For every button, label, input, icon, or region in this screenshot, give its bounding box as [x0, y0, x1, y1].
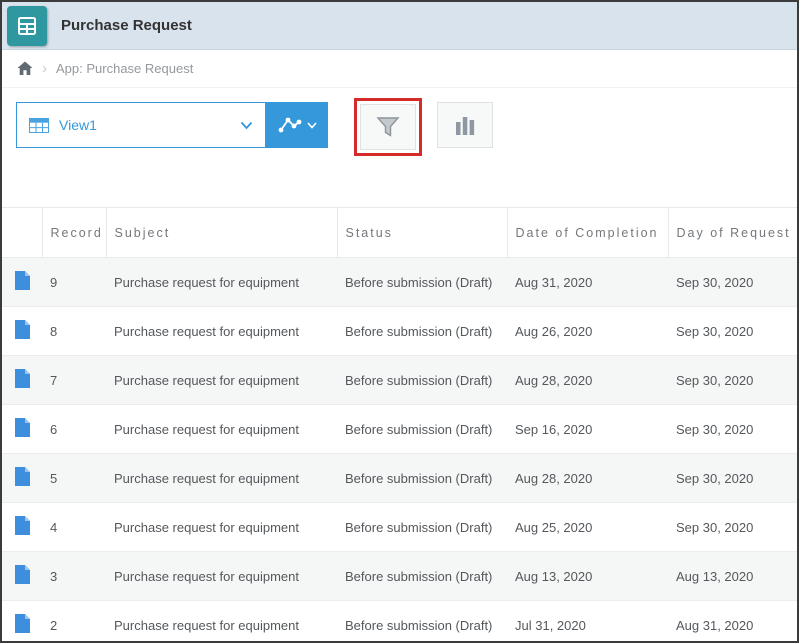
date-of-completion-cell: Aug 13, 2020: [507, 551, 668, 601]
document-icon[interactable]: [14, 271, 30, 290]
record-icon-cell: [2, 551, 42, 601]
record-number-cell: 4: [42, 502, 106, 552]
date-of-completion-cell: Sep 16, 2020: [507, 404, 668, 454]
subject-cell: Purchase request for equipment: [106, 257, 337, 307]
table-row[interactable]: 6 Purchase request for equipment Before …: [2, 404, 797, 454]
table-row[interactable]: 9 Purchase request for equipment Before …: [2, 257, 797, 307]
breadcrumb-separator: ›: [42, 60, 47, 77]
subject-cell: Purchase request for equipment: [106, 453, 337, 503]
table-body: 9 Purchase request for equipment Before …: [2, 257, 797, 641]
date-of-completion-cell: Aug 31, 2020: [507, 257, 668, 307]
day-of-request-cell: Aug 31, 2020: [668, 600, 797, 641]
app-window: Purchase Request › App: Purchase Request: [0, 0, 799, 643]
app-icon[interactable]: [7, 5, 47, 46]
status-cell: Before submission (Draft): [337, 551, 507, 601]
date-of-completion-cell: Jul 31, 2020: [507, 600, 668, 641]
document-icon[interactable]: [14, 369, 30, 388]
status-cell: Before submission (Draft): [337, 502, 507, 552]
chevron-down-icon: [307, 121, 317, 129]
annotation-red-highlight: [354, 98, 422, 156]
table-row[interactable]: 8 Purchase request for equipment Before …: [2, 306, 797, 356]
chevron-down-icon: [240, 121, 253, 130]
view-selector-label: View1: [59, 117, 97, 133]
date-of-completion-cell: Aug 28, 2020: [507, 453, 668, 503]
table-row[interactable]: 5 Purchase request for equipment Before …: [2, 453, 797, 503]
record-icon-cell: [2, 257, 42, 307]
table-row[interactable]: 4 Purchase request for equipment Before …: [2, 502, 797, 552]
column-header-subject[interactable]: Subject: [105, 207, 337, 258]
record-list-table: Record Subject Status Date of Completion…: [2, 207, 797, 641]
document-icon[interactable]: [14, 320, 30, 339]
document-icon[interactable]: [14, 418, 30, 437]
column-header-day-of-request[interactable]: Day of Request: [667, 207, 797, 258]
record-icon-cell: [2, 502, 42, 552]
date-of-completion-cell: Aug 28, 2020: [507, 355, 668, 405]
column-header-icon: [2, 207, 42, 258]
status-cell: Before submission (Draft): [337, 600, 507, 641]
table-app-icon: [18, 16, 36, 35]
funnel-icon: [376, 117, 400, 137]
app-header: Purchase Request: [2, 2, 797, 50]
day-of-request-cell: Sep 30, 2020: [668, 355, 797, 405]
table-view-icon: [29, 117, 49, 133]
day-of-request-cell: Sep 30, 2020: [668, 257, 797, 307]
document-icon[interactable]: [14, 516, 30, 535]
record-icon-cell: [2, 404, 42, 454]
column-header-record[interactable]: Record: [41, 207, 106, 258]
record-number-cell: 6: [42, 404, 106, 454]
day-of-request-cell: Aug 13, 2020: [668, 551, 797, 601]
date-of-completion-cell: Aug 26, 2020: [507, 306, 668, 356]
status-cell: Before submission (Draft): [337, 404, 507, 454]
record-icon-cell: [2, 600, 42, 641]
day-of-request-cell: Sep 30, 2020: [668, 306, 797, 356]
record-number-cell: 9: [42, 257, 106, 307]
filter-button[interactable]: [360, 104, 416, 150]
column-header-date-of-completion[interactable]: Date of Completion: [506, 207, 668, 258]
bar-chart-icon: [456, 117, 475, 135]
line-graph-icon: [277, 115, 302, 135]
record-number-cell: 8: [42, 306, 106, 356]
record-number-cell: 7: [42, 355, 106, 405]
subject-cell: Purchase request for equipment: [106, 306, 337, 356]
date-of-completion-cell: Aug 25, 2020: [507, 502, 668, 552]
day-of-request-cell: Sep 30, 2020: [668, 404, 797, 454]
document-icon[interactable]: [14, 614, 30, 633]
record-icon-cell: [2, 306, 42, 356]
document-icon[interactable]: [14, 467, 30, 486]
subject-cell: Purchase request for equipment: [106, 502, 337, 552]
table-row[interactable]: 3 Purchase request for equipment Before …: [2, 551, 797, 601]
table-header-row: Record Subject Status Date of Completion…: [2, 207, 797, 258]
record-number-cell: 5: [42, 453, 106, 503]
subject-cell: Purchase request for equipment: [106, 600, 337, 641]
chart-button[interactable]: [437, 102, 493, 148]
table-row[interactable]: 2 Purchase request for equipment Before …: [2, 600, 797, 641]
breadcrumb: › App: Purchase Request: [2, 50, 797, 88]
day-of-request-cell: Sep 30, 2020: [668, 502, 797, 552]
document-icon[interactable]: [14, 565, 30, 584]
record-number-cell: 2: [42, 600, 106, 641]
day-of-request-cell: Sep 30, 2020: [668, 453, 797, 503]
toolbar: View1: [2, 88, 797, 207]
status-cell: Before submission (Draft): [337, 355, 507, 405]
graph-view-button[interactable]: [266, 102, 328, 148]
record-icon-cell: [2, 355, 42, 405]
breadcrumb-app-link[interactable]: App: Purchase Request: [56, 61, 193, 76]
subject-cell: Purchase request for equipment: [106, 355, 337, 405]
home-icon[interactable]: [17, 61, 33, 76]
table-row[interactable]: 7 Purchase request for equipment Before …: [2, 355, 797, 405]
subject-cell: Purchase request for equipment: [106, 404, 337, 454]
subject-cell: Purchase request for equipment: [106, 551, 337, 601]
record-number-cell: 3: [42, 551, 106, 601]
status-cell: Before submission (Draft): [337, 257, 507, 307]
page-title: Purchase Request: [61, 17, 192, 34]
view-selector[interactable]: View1: [16, 102, 266, 148]
record-icon-cell: [2, 453, 42, 503]
view-selector-group: View1: [16, 102, 328, 148]
status-cell: Before submission (Draft): [337, 306, 507, 356]
column-header-status[interactable]: Status: [336, 207, 507, 258]
status-cell: Before submission (Draft): [337, 453, 507, 503]
